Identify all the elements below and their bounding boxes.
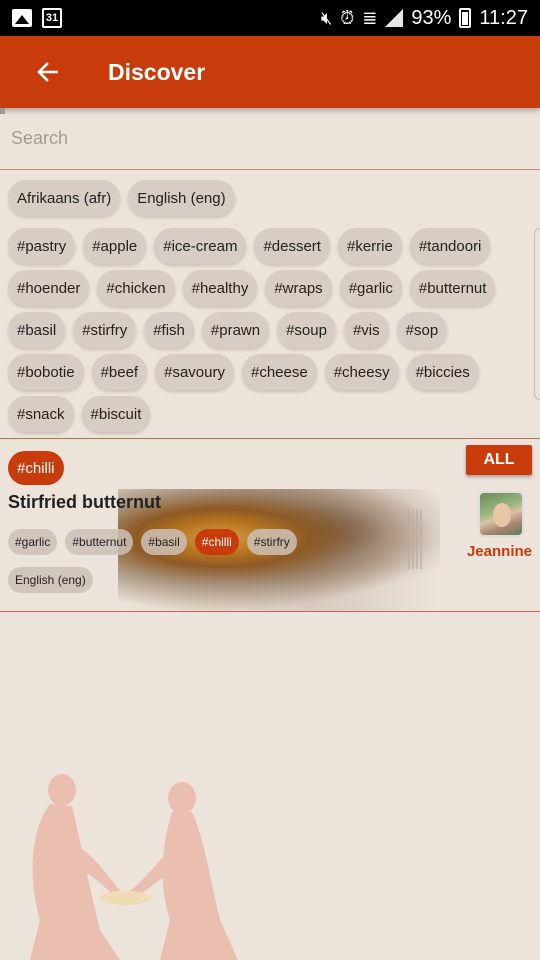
hashtag-chip[interactable]: #apple — [83, 228, 147, 264]
hashtag-chip[interactable]: #butternut — [409, 270, 496, 306]
hashtag-chip[interactable]: #kerrie — [337, 228, 402, 264]
hashtag-chip[interactable]: #chicken — [97, 270, 175, 306]
hashtag-chip[interactable]: #fish — [144, 312, 194, 348]
recipe-tag-chip[interactable]: #chilli — [194, 529, 239, 555]
hashtag-chip[interactable]: #beef — [91, 354, 148, 390]
hashtag-chip[interactable]: #biscuit — [81, 396, 151, 432]
active-filter-chip[interactable]: #chilli — [8, 451, 64, 485]
hashtag-chip[interactable]: #cheese — [241, 354, 317, 390]
back-arrow-icon[interactable] — [18, 36, 78, 108]
recipe-card[interactable]: Stirfried butternut #garlic #butternut #ba… — [0, 489, 540, 611]
calendar-icon: 31 — [42, 8, 62, 28]
mute-icon: 🔇︎ — [320, 8, 333, 28]
author-name[interactable]: Jeannine — [467, 543, 532, 560]
results-section: #chilli ALL Stirfried butternut #garlic #… — [0, 438, 540, 612]
hashtag-chip[interactable]: #bobotie — [8, 354, 84, 390]
hashtag-chip[interactable]: #dessert — [254, 228, 330, 264]
hashtag-chip[interactable]: #tandoori — [409, 228, 491, 264]
hashtag-chip[interactable]: #wraps — [265, 270, 332, 306]
clock: 11:27 — [479, 6, 528, 29]
hashtag-chip[interactable]: #savoury — [155, 354, 234, 390]
hashtag-chip[interactable]: #hoender — [8, 270, 90, 306]
recipe-tags: #garlic #butternut #basil #chilli #stirfry En… — [8, 529, 328, 593]
app-bar: Discover — [0, 36, 540, 108]
hashtag-chip[interactable]: #garlic — [339, 270, 402, 306]
wifi-icon: ≣ — [362, 8, 378, 28]
hashtag-chip[interactable]: #healthy — [182, 270, 258, 306]
search-input[interactable] — [11, 128, 540, 149]
side-scroll-handle[interactable] — [534, 228, 540, 400]
page-title: Discover — [108, 58, 206, 85]
hashtag-chip[interactable]: #prawn — [201, 312, 270, 348]
tag-cloud: Afrikaans (afr) English (eng) #pastry #appl… — [8, 180, 518, 432]
recipe-language-chip[interactable]: English (eng) — [8, 567, 93, 593]
hashtag-chip[interactable]: #biccies — [406, 354, 479, 390]
avatar-face — [493, 503, 511, 527]
battery-icon — [459, 8, 472, 28]
gallery-icon — [12, 9, 32, 27]
background-figures-illustration — [30, 774, 238, 960]
signal-icon — [385, 9, 404, 27]
recipe-tag-chip[interactable]: #basil — [141, 529, 187, 555]
hashtag-chip[interactable]: #pastry — [8, 228, 76, 264]
hashtag-chip[interactable]: #vis — [343, 312, 389, 348]
hashtag-chip[interactable]: #cheesy — [324, 354, 399, 390]
battery-percent: 93% — [411, 6, 452, 29]
hashtag-chip[interactable]: #sop — [396, 312, 448, 348]
hashtag-chip[interactable]: #basil — [8, 312, 66, 348]
language-chip[interactable]: English (eng) — [128, 180, 235, 216]
recipe-title: Stirfried butternut — [8, 492, 161, 512]
hashtag-chip[interactable]: #ice-cream — [154, 228, 247, 264]
hashtag-chip[interactable]: #soup — [277, 312, 336, 348]
recipe-tag-chip[interactable]: #stirfry — [246, 529, 297, 555]
hashtag-chip[interactable]: #stirfry — [73, 312, 137, 348]
recipe-tag-chip[interactable]: #butternut — [65, 529, 134, 555]
all-button[interactable]: ALL — [466, 445, 532, 475]
recipe-tag-chip[interactable]: #garlic — [8, 529, 58, 555]
language-chip[interactable]: Afrikaans (afr) — [8, 180, 121, 216]
status-bar: 31 🔇︎ ⏰︎ ≣ 93% 11:27 — [0, 0, 540, 36]
search-field[interactable] — [0, 108, 540, 170]
author-avatar[interactable] — [478, 491, 524, 537]
alarm-icon: ⏰︎ — [340, 8, 355, 28]
hashtag-chip[interactable]: #snack — [8, 396, 74, 432]
